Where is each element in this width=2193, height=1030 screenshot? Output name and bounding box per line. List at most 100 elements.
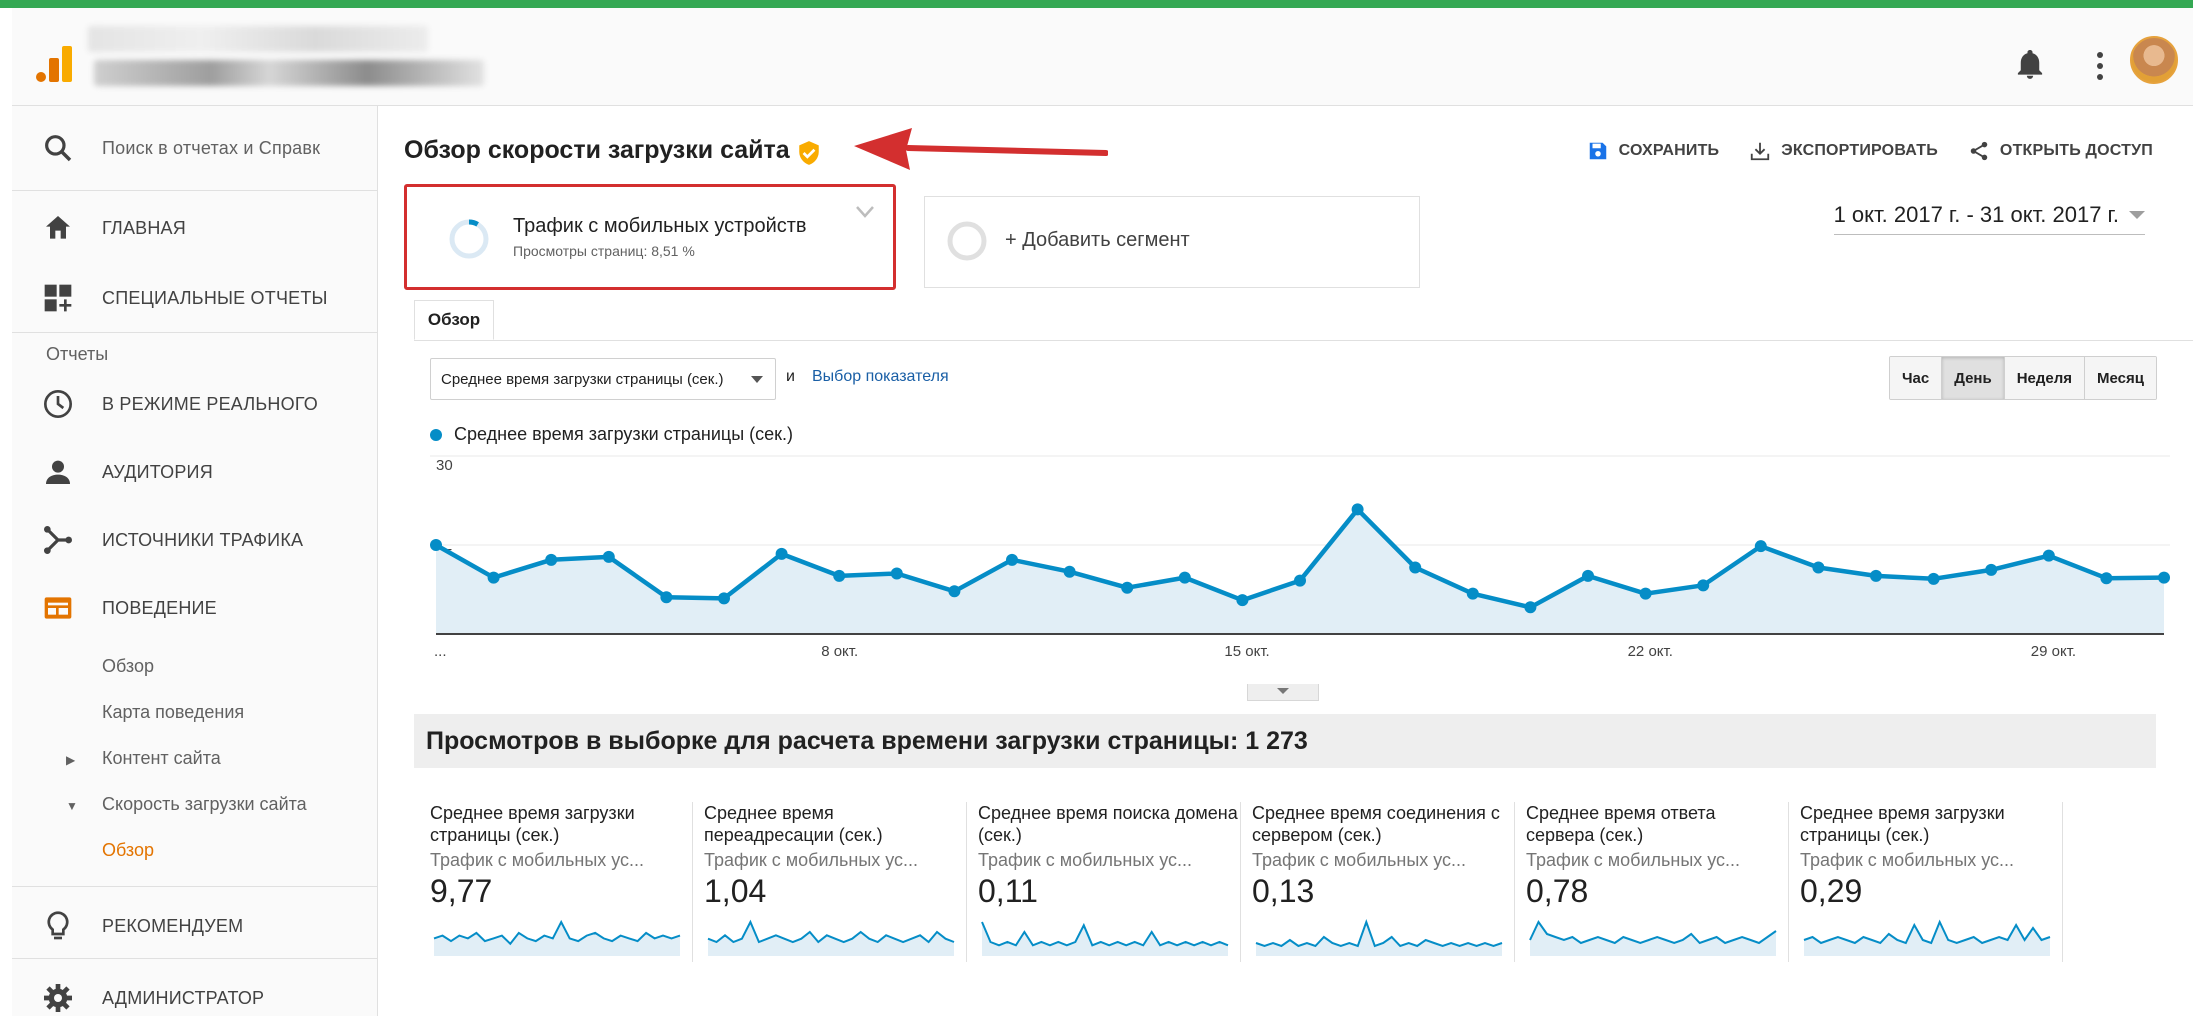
property-name-blurred[interactable] (94, 60, 484, 86)
line-chart: 1530...8 окт.15 окт.22 окт.29 окт. (430, 455, 2170, 660)
chart-collapse-toggle[interactable] (1247, 684, 1319, 701)
verified-shield-icon[interactable] (796, 140, 822, 166)
data-point[interactable] (1870, 569, 1882, 582)
export-button[interactable]: ЭКСПОРТИРОВАТЬ (1749, 140, 1938, 162)
data-point[interactable] (1466, 587, 1479, 600)
user-avatar[interactable] (2130, 36, 2178, 84)
data-point[interactable] (1236, 594, 1249, 607)
data-point[interactable] (1927, 572, 1940, 585)
kpi-title: Среднее время соединения с сервером (сек… (1252, 803, 1500, 845)
legend-dot (430, 428, 442, 441)
kpi-card[interactable]: Среднее время загрузки страницы (сек.) Тр… (430, 802, 693, 962)
sidebar-item-realtime[interactable]: В РЕЖИМЕ РЕАЛЬНОГО (12, 372, 378, 436)
sidebar-subitem-overview[interactable]: Обзор (102, 656, 154, 677)
period-button-2[interactable]: Неделя (2004, 357, 2086, 399)
data-point[interactable] (1063, 565, 1076, 578)
kpi-segment: Трафик с мобильных ус... (1526, 850, 1741, 870)
collapse-triangle-icon[interactable]: ▼ (66, 799, 78, 813)
data-point[interactable] (660, 591, 673, 604)
sidebar-item-admin[interactable]: АДМИНИСТРАТОР (12, 966, 378, 1030)
data-point[interactable] (1409, 561, 1422, 574)
sparkline-fill (434, 922, 680, 956)
divider (12, 332, 378, 333)
data-point[interactable] (1639, 587, 1652, 600)
date-range-picker[interactable]: 1 окт. 2017 г. - 31 окт. 2017 г. (1833, 202, 2145, 235)
add-segment-card[interactable]: + Добавить сегмент (924, 196, 1420, 288)
chart-legend: Среднее время загрузки страницы (сек.) (430, 424, 793, 445)
data-point[interactable] (1524, 601, 1537, 614)
sidebar-item-acquisition[interactable]: ИСТОЧНИКИ ТРАФИКА (12, 508, 378, 572)
kpi-title: Среднее время переадресации (сек.) (704, 803, 883, 845)
kpi-card[interactable]: Среднее время ответа сервера (сек.) Трафи… (1526, 802, 1789, 962)
behavior-icon (44, 597, 72, 619)
kpi-card[interactable]: Среднее время переадресации (сек.) Трафик… (704, 802, 967, 962)
sidebar-item-label: АУДИТОРИЯ (102, 461, 213, 482)
kpi-card[interactable]: Среднее время поиска домена (сек.) Трафик… (978, 802, 1241, 962)
data-point[interactable] (430, 539, 442, 551)
segment-card-mobile[interactable]: Трафик с мобильных устройств Просмотры с… (404, 184, 896, 290)
data-point[interactable] (1582, 569, 1594, 582)
kpi-value: 0,11 (978, 873, 1038, 909)
and-label: и (786, 368, 795, 385)
kpi-segment: Трафик с мобильных ус... (1252, 850, 1467, 870)
gear-icon (44, 984, 72, 1012)
y-tick-label: 30 (436, 457, 453, 474)
expand-triangle-icon[interactable]: ▶ (66, 753, 75, 767)
search-input[interactable]: Поиск в отчетах и Справк (102, 138, 320, 159)
account-name-blurred[interactable] (88, 26, 428, 52)
period-button-0[interactable]: Час (1889, 357, 1943, 399)
sidebar-item-label: АДМИНИСТРАТОР (102, 987, 265, 1008)
sidebar-item-custom-reports[interactable]: СПЕЦИАЛЬНЫЕ ОТЧЕТЫ (12, 266, 378, 330)
data-point[interactable] (890, 567, 903, 580)
save-button[interactable]: СОХРАНИТЬ (1587, 140, 1720, 162)
data-point[interactable] (602, 550, 615, 563)
tab-overview[interactable]: Обзор (414, 300, 494, 340)
data-point[interactable] (2042, 549, 2055, 562)
sidebar-subitem-speed-overview[interactable]: Обзор (102, 840, 154, 861)
data-point[interactable] (2100, 572, 2113, 585)
kpi-card[interactable]: Среднее время соединения с сервером (сек… (1252, 802, 1515, 962)
sidebar-subitem-site-speed[interactable]: Скорость загрузки сайта (102, 794, 307, 815)
data-point[interactable] (1294, 574, 1306, 587)
sidebar-item-label: ПОВЕДЕНИЕ (102, 597, 217, 618)
data-point[interactable] (545, 553, 558, 566)
data-point[interactable] (775, 547, 788, 560)
data-point[interactable] (718, 592, 730, 605)
bell-icon[interactable] (2016, 50, 2044, 80)
metric-select-value: Среднее время загрузки страницы (сек.) (441, 370, 724, 388)
kpi-title: Среднее время поиска домена (сек.) (978, 803, 1238, 845)
data-point[interactable] (1754, 540, 1767, 553)
sparkline-line (981, 921, 1229, 947)
sidebar-subitem-behavior-map[interactable]: Карта поведения (102, 702, 244, 723)
dropdown-arrow-icon (2129, 211, 2145, 219)
sidebar-search[interactable]: Поиск в отчетах и Справк (12, 116, 378, 180)
sidebar-item-label: РЕКОМЕНДУЕМ (102, 915, 244, 936)
metric-select[interactable]: Среднее время загрузки страницы (сек.) (430, 358, 776, 400)
data-point[interactable] (1351, 503, 1364, 516)
data-point[interactable] (1121, 581, 1134, 594)
data-point[interactable] (1178, 571, 1191, 584)
sidebar-item-behavior[interactable]: ПОВЕДЕНИЕ (12, 576, 378, 640)
sidebar-item-audience[interactable]: АУДИТОРИЯ (12, 440, 378, 504)
data-point[interactable] (1985, 563, 1998, 576)
kpi-title: Среднее время ответа сервера (сек.) (1526, 803, 1716, 845)
data-point[interactable] (487, 571, 500, 584)
share-button[interactable]: ОТКРЫТЬ ДОСТУП (1968, 140, 2153, 162)
more-vert-icon[interactable] (2094, 50, 2106, 82)
sidebar-item-home[interactable]: ГЛАВНАЯ (12, 196, 378, 260)
period-button-3[interactable]: Месяц (2085, 357, 2156, 399)
data-point[interactable] (1812, 561, 1825, 574)
data-point[interactable] (1697, 579, 1710, 592)
data-point[interactable] (948, 585, 961, 598)
period-button-1[interactable]: День (1942, 357, 2005, 399)
sidebar-subitem-site-content[interactable]: Контент сайта (102, 748, 221, 769)
sidebar-item-recommend[interactable]: РЕКОМЕНДУЕМ (12, 894, 378, 958)
data-point[interactable] (1006, 553, 1018, 566)
analytics-logo-icon[interactable] (34, 44, 74, 84)
search-icon (45, 135, 72, 162)
data-point[interactable] (833, 569, 846, 582)
chevron-down-icon[interactable] (855, 205, 875, 219)
data-point[interactable] (2158, 571, 2170, 584)
choose-metric-link[interactable]: Выбор показателя (812, 368, 949, 386)
kpi-card[interactable]: Среднее время загрузки страницы (сек.) Тр… (1800, 802, 2063, 962)
